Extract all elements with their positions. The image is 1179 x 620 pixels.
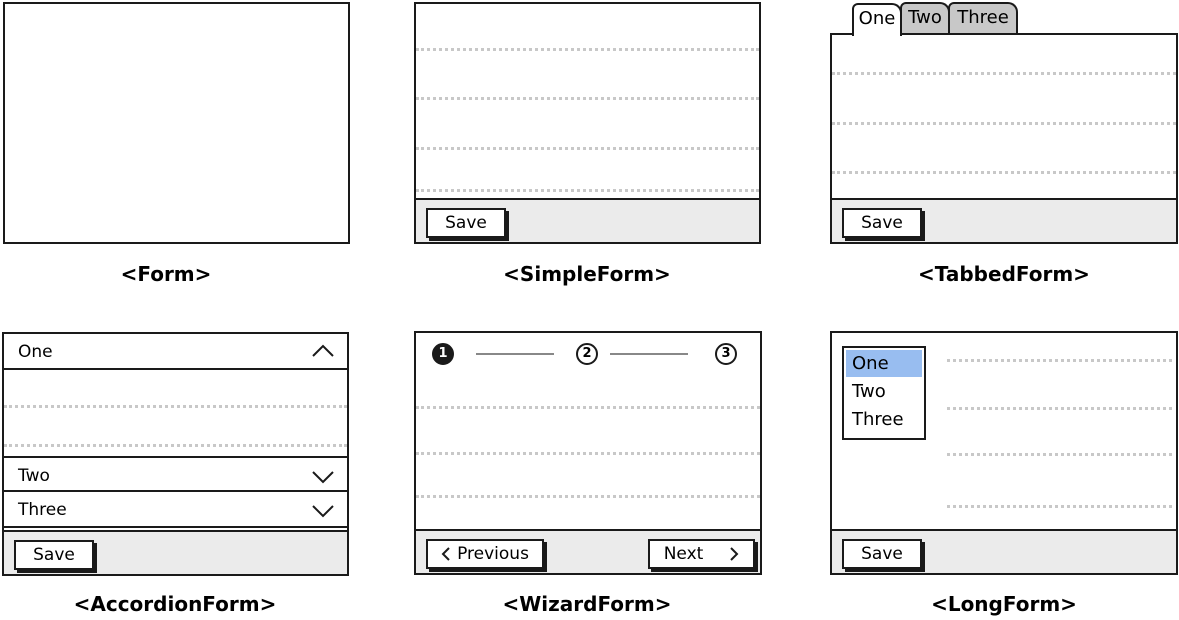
field-placeholder xyxy=(947,407,1172,410)
menu-item-one[interactable]: One xyxy=(846,350,922,377)
wizard-form-wireframe: 1 2 3 Previous Next xyxy=(414,331,762,575)
form-toolbar: Save xyxy=(416,198,759,242)
chevron-down-icon xyxy=(312,471,334,484)
chevron-left-icon xyxy=(441,547,450,561)
simple-form-caption: <SimpleForm> xyxy=(503,262,671,286)
tab-two[interactable]: Two xyxy=(900,2,950,34)
previous-button[interactable]: Previous xyxy=(426,539,544,569)
accordion-form-caption: <AccordionForm> xyxy=(73,592,277,616)
save-button[interactable]: Save xyxy=(426,208,506,238)
field-placeholder xyxy=(416,97,759,100)
previous-label: Previous xyxy=(457,544,529,564)
tab-three[interactable]: Three xyxy=(948,2,1018,34)
form-toolbar: Save xyxy=(832,198,1176,242)
accordion-section-label: Three xyxy=(18,500,67,520)
accordion-section-two[interactable]: Two xyxy=(4,456,347,492)
form-toolbar: Save xyxy=(4,530,347,574)
form-caption: <Form> xyxy=(120,262,212,286)
long-form-wireframe: One Two Three Save xyxy=(830,331,1178,575)
field-placeholder xyxy=(832,171,1176,174)
chevron-right-icon xyxy=(730,547,739,561)
form-wireframe xyxy=(3,2,350,244)
accordion-section-three[interactable]: Three xyxy=(4,492,347,528)
chevron-up-icon xyxy=(312,344,334,357)
form-toolbar: Previous Next xyxy=(416,529,760,573)
accordion-section-label: Two xyxy=(18,466,50,486)
next-button[interactable]: Next xyxy=(648,539,755,569)
save-button[interactable]: Save xyxy=(14,540,94,570)
form-toolbar: Save xyxy=(832,529,1176,573)
wizard-step-3[interactable]: 3 xyxy=(715,343,737,365)
field-placeholder xyxy=(416,406,760,409)
section-menu: One Two Three xyxy=(842,346,926,440)
wizard-step-2[interactable]: 2 xyxy=(576,343,598,365)
field-placeholder xyxy=(947,453,1172,456)
field-placeholder xyxy=(947,359,1172,362)
step-connector xyxy=(476,353,554,355)
field-placeholder xyxy=(4,444,347,447)
accordion-form-wireframe: One Two Three Save xyxy=(2,332,349,576)
field-placeholder xyxy=(416,189,759,192)
wizard-form-caption: <WizardForm> xyxy=(502,592,672,616)
step-connector xyxy=(610,353,688,355)
save-button[interactable]: Save xyxy=(842,208,922,238)
accordion-section-label: One xyxy=(18,342,53,362)
field-placeholder xyxy=(832,72,1176,75)
field-placeholder xyxy=(832,122,1176,125)
field-placeholder xyxy=(416,495,760,498)
simple-form-wireframe: Save xyxy=(414,2,761,244)
field-placeholder xyxy=(4,405,347,408)
tabbed-form-caption: <TabbedForm> xyxy=(918,262,1090,286)
menu-item-two[interactable]: Two xyxy=(846,378,922,405)
next-label: Next xyxy=(663,544,704,564)
tabbed-form-wireframe: Save xyxy=(830,33,1178,244)
field-placeholder xyxy=(416,147,759,150)
chevron-down-icon xyxy=(312,505,334,518)
field-placeholder xyxy=(416,452,760,455)
menu-item-three[interactable]: Three xyxy=(846,406,922,433)
accordion-section-one[interactable]: One xyxy=(4,334,347,370)
field-placeholder xyxy=(416,48,759,51)
long-form-caption: <LongForm> xyxy=(931,592,1077,616)
save-button[interactable]: Save xyxy=(842,539,922,569)
tab-one[interactable]: One xyxy=(852,3,902,36)
field-placeholder xyxy=(947,505,1172,508)
wizard-step-1[interactable]: 1 xyxy=(432,343,454,365)
